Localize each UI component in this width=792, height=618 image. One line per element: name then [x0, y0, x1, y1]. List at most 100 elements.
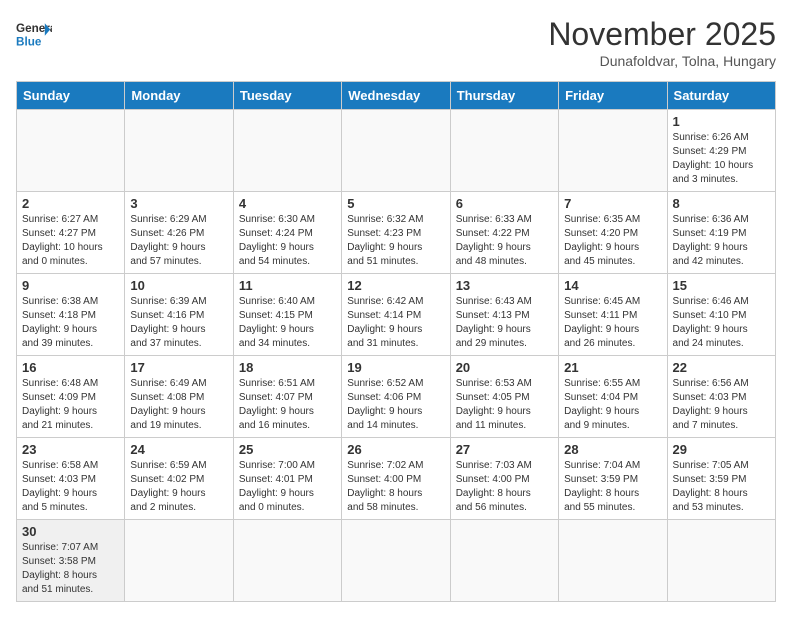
calendar-day-cell: 18 Sunrise: 6:51 AM Sunset: 4:07 PM Dayli…: [233, 356, 341, 438]
calendar-day-cell: [233, 520, 341, 602]
logo: General Blue: [16, 16, 52, 52]
calendar-day-cell: 27 Sunrise: 7:03 AM Sunset: 4:00 PM Dayli…: [450, 438, 558, 520]
calendar-week-row: 23 Sunrise: 6:58 AM Sunset: 4:03 PM Dayli…: [17, 438, 776, 520]
day-info: Sunrise: 6:42 AM Sunset: 4:14 PM Dayligh…: [347, 295, 444, 351]
calendar-week-row: 2 Sunrise: 6:27 AM Sunset: 4:27 PM Daylig…: [17, 192, 776, 274]
day-info: Sunrise: 6:30 AM Sunset: 4:24 PM Dayligh…: [239, 213, 336, 269]
day-number: 20: [456, 360, 553, 375]
day-info: Sunrise: 6:48 AM Sunset: 4:09 PM Dayligh…: [22, 377, 119, 433]
day-number: 7: [564, 196, 661, 211]
calendar-day-cell: 4Sunrise: 6:30 AM Sunset: 4:24 PM Daylig…: [233, 192, 341, 274]
calendar-table: SundayMondayTuesdayWednesdayThursdayFrid…: [16, 81, 776, 602]
day-number: 18: [239, 360, 336, 375]
calendar-day-cell: 25Sunrise: 7:00 AM Sunset: 4:01 PM Dayli…: [233, 438, 341, 520]
calendar-day-cell: 24 Sunrise: 6:59 AM Sunset: 4:02 PM Dayli…: [125, 438, 233, 520]
calendar-day-cell: 26 Sunrise: 7:02 AM Sunset: 4:00 PM Dayli…: [342, 438, 450, 520]
day-info: Sunrise: 6:56 AM Sunset: 4:03 PM Dayligh…: [673, 377, 770, 433]
title-block: November 2025 Dunafoldvar, Tolna, Hungar…: [548, 16, 776, 69]
page-header: General Blue November 2025 Dunafoldvar, …: [16, 16, 776, 69]
calendar-day-cell: 13Sunrise: 6:43 AM Sunset: 4:13 PM Dayli…: [450, 274, 558, 356]
day-info: Sunrise: 6:26 AM Sunset: 4:29 PM Dayligh…: [673, 131, 770, 187]
calendar-day-cell: [125, 110, 233, 192]
day-info: Sunrise: 6:59 AM Sunset: 4:02 PM Dayligh…: [130, 459, 227, 515]
weekday-header: Saturday: [667, 82, 775, 110]
calendar-day-cell: 8 Sunrise: 6:36 AM Sunset: 4:19 PM Daylig…: [667, 192, 775, 274]
calendar-header-row: SundayMondayTuesdayWednesdayThursdayFrid…: [17, 82, 776, 110]
day-info: Sunrise: 6:53 AM Sunset: 4:05 PM Dayligh…: [456, 377, 553, 433]
weekday-header: Tuesday: [233, 82, 341, 110]
day-info: Sunrise: 7:04 AM Sunset: 3:59 PM Dayligh…: [564, 459, 661, 515]
location-subtitle: Dunafoldvar, Tolna, Hungary: [548, 53, 776, 69]
calendar-week-row: 9 Sunrise: 6:38 AM Sunset: 4:18 PM Daylig…: [17, 274, 776, 356]
day-number: 27: [456, 442, 553, 457]
day-info: Sunrise: 7:07 AM Sunset: 3:58 PM Dayligh…: [22, 541, 119, 597]
day-info: Sunrise: 7:00 AM Sunset: 4:01 PM Dayligh…: [239, 459, 336, 515]
calendar-day-cell: 6 Sunrise: 6:33 AM Sunset: 4:22 PM Daylig…: [450, 192, 558, 274]
day-info: Sunrise: 6:27 AM Sunset: 4:27 PM Dayligh…: [22, 213, 119, 269]
day-info: Sunrise: 6:32 AM Sunset: 4:23 PM Dayligh…: [347, 213, 444, 269]
day-number: 16: [22, 360, 119, 375]
day-number: 21: [564, 360, 661, 375]
day-number: 6: [456, 196, 553, 211]
day-info: Sunrise: 6:55 AM Sunset: 4:04 PM Dayligh…: [564, 377, 661, 433]
calendar-day-cell: [233, 110, 341, 192]
calendar-day-cell: 2 Sunrise: 6:27 AM Sunset: 4:27 PM Daylig…: [17, 192, 125, 274]
calendar-day-cell: 23 Sunrise: 6:58 AM Sunset: 4:03 PM Dayli…: [17, 438, 125, 520]
calendar-day-cell: 12 Sunrise: 6:42 AM Sunset: 4:14 PM Dayli…: [342, 274, 450, 356]
day-info: Sunrise: 7:05 AM Sunset: 3:59 PM Dayligh…: [673, 459, 770, 515]
day-number: 30: [22, 524, 119, 539]
calendar-day-cell: 7 Sunrise: 6:35 AM Sunset: 4:20 PM Daylig…: [559, 192, 667, 274]
calendar-day-cell: 9 Sunrise: 6:38 AM Sunset: 4:18 PM Daylig…: [17, 274, 125, 356]
calendar-week-row: 1 Sunrise: 6:26 AM Sunset: 4:29 PM Daylig…: [17, 110, 776, 192]
day-number: 8: [673, 196, 770, 211]
calendar-day-cell: [17, 110, 125, 192]
day-info: Sunrise: 6:39 AM Sunset: 4:16 PM Dayligh…: [130, 295, 227, 351]
day-info: Sunrise: 6:33 AM Sunset: 4:22 PM Dayligh…: [456, 213, 553, 269]
weekday-header: Friday: [559, 82, 667, 110]
day-info: Sunrise: 6:38 AM Sunset: 4:18 PM Dayligh…: [22, 295, 119, 351]
calendar-day-cell: 19Sunrise: 6:52 AM Sunset: 4:06 PM Dayli…: [342, 356, 450, 438]
calendar-week-row: 30 Sunrise: 7:07 AM Sunset: 3:58 PM Dayli…: [17, 520, 776, 602]
weekday-header: Sunday: [17, 82, 125, 110]
calendar-day-cell: 21 Sunrise: 6:55 AM Sunset: 4:04 PM Dayli…: [559, 356, 667, 438]
calendar-day-cell: 22 Sunrise: 6:56 AM Sunset: 4:03 PM Dayli…: [667, 356, 775, 438]
day-info: Sunrise: 6:51 AM Sunset: 4:07 PM Dayligh…: [239, 377, 336, 433]
day-number: 3: [130, 196, 227, 211]
day-number: 2: [22, 196, 119, 211]
day-info: Sunrise: 7:03 AM Sunset: 4:00 PM Dayligh…: [456, 459, 553, 515]
day-info: Sunrise: 6:40 AM Sunset: 4:15 PM Dayligh…: [239, 295, 336, 351]
calendar-day-cell: 17Sunrise: 6:49 AM Sunset: 4:08 PM Dayli…: [125, 356, 233, 438]
logo-icon: General Blue: [16, 16, 52, 52]
calendar-day-cell: 1 Sunrise: 6:26 AM Sunset: 4:29 PM Daylig…: [667, 110, 775, 192]
day-number: 12: [347, 278, 444, 293]
day-number: 22: [673, 360, 770, 375]
day-info: Sunrise: 6:29 AM Sunset: 4:26 PM Dayligh…: [130, 213, 227, 269]
day-info: Sunrise: 6:35 AM Sunset: 4:20 PM Dayligh…: [564, 213, 661, 269]
day-number: 23: [22, 442, 119, 457]
weekday-header: Monday: [125, 82, 233, 110]
calendar-day-cell: 3 Sunrise: 6:29 AM Sunset: 4:26 PM Daylig…: [125, 192, 233, 274]
day-number: 28: [564, 442, 661, 457]
day-number: 11: [239, 278, 336, 293]
day-number: 9: [22, 278, 119, 293]
day-number: 17: [130, 360, 227, 375]
day-info: Sunrise: 6:58 AM Sunset: 4:03 PM Dayligh…: [22, 459, 119, 515]
svg-text:Blue: Blue: [16, 36, 42, 49]
calendar-day-cell: [450, 110, 558, 192]
day-number: 1: [673, 114, 770, 129]
day-number: 26: [347, 442, 444, 457]
day-number: 24: [130, 442, 227, 457]
day-number: 14: [564, 278, 661, 293]
calendar-day-cell: 30 Sunrise: 7:07 AM Sunset: 3:58 PM Dayli…: [17, 520, 125, 602]
day-number: 29: [673, 442, 770, 457]
day-info: Sunrise: 7:02 AM Sunset: 4:00 PM Dayligh…: [347, 459, 444, 515]
calendar-day-cell: [667, 520, 775, 602]
day-info: Sunrise: 6:36 AM Sunset: 4:19 PM Dayligh…: [673, 213, 770, 269]
calendar-day-cell: [342, 110, 450, 192]
calendar-day-cell: 14Sunrise: 6:45 AM Sunset: 4:11 PM Dayli…: [559, 274, 667, 356]
day-number: 10: [130, 278, 227, 293]
calendar-day-cell: 15Sunrise: 6:46 AM Sunset: 4:10 PM Dayli…: [667, 274, 775, 356]
calendar-day-cell: 29 Sunrise: 7:05 AM Sunset: 3:59 PM Dayli…: [667, 438, 775, 520]
calendar-day-cell: [125, 520, 233, 602]
calendar-week-row: 16 Sunrise: 6:48 AM Sunset: 4:09 PM Dayli…: [17, 356, 776, 438]
